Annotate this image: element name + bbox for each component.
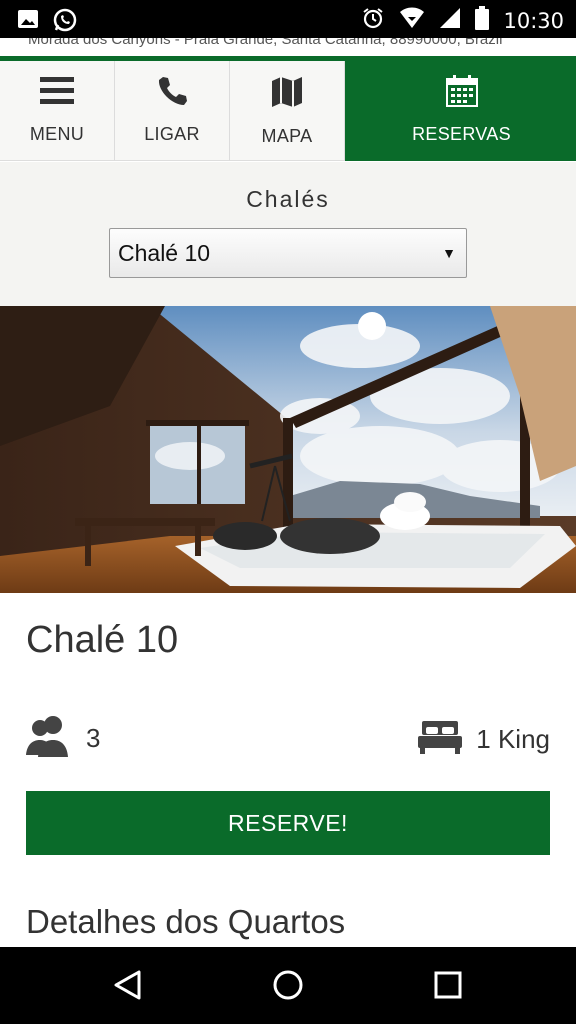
- image-icon: [16, 7, 40, 38]
- room-title: Chalé 10: [26, 619, 179, 661]
- calendar-icon: [445, 75, 478, 112]
- chale-select-value: Chalé 10: [118, 240, 211, 266]
- dropdown-arrow-icon: ▼: [442, 245, 456, 261]
- map-icon: [270, 75, 304, 114]
- nav-mapa-label: MAPA: [261, 126, 313, 146]
- clock: 10:30: [503, 8, 564, 33]
- room-photo: [0, 306, 576, 593]
- address-text: Morada dos Canyons - Praia Grande, Santa…: [28, 38, 503, 48]
- nav-ligar-label: LIGAR: [144, 124, 200, 144]
- nav-menu-label: MENU: [29, 124, 85, 144]
- bed-info: 1 King: [418, 719, 550, 760]
- alarm-icon: [361, 6, 385, 35]
- hamburger-icon: [39, 75, 75, 112]
- whatsapp-icon: [52, 7, 78, 38]
- battery-icon: [475, 6, 490, 35]
- signal-icon: [439, 7, 461, 34]
- nav-reservas-label: RESERVAS: [412, 124, 511, 144]
- bed-type: 1 King: [476, 724, 550, 754]
- status-bar: 10:30: [0, 0, 576, 38]
- chale-selector-section: Chalés Chalé 10 ▼: [0, 162, 576, 306]
- system-nav-bar: [0, 947, 576, 1024]
- nav-ligar[interactable]: LIGAR: [115, 61, 230, 161]
- home-circle-icon: [272, 969, 304, 1006]
- back-triangle-icon: [113, 969, 143, 1006]
- guests-icon: [26, 715, 72, 762]
- top-nav: MENU LIGAR MAPA RESERVAS: [0, 61, 576, 161]
- chale-select[interactable]: Chalé 10 ▼: [109, 228, 467, 278]
- room-info: Chalé 10 3 1 King RESERVE! Detalhes dos …: [0, 593, 576, 947]
- nav-menu[interactable]: MENU: [0, 61, 115, 161]
- reserve-button[interactable]: RESERVE!: [26, 791, 550, 855]
- nav-reservas[interactable]: RESERVAS: [345, 61, 576, 161]
- guest-count: 3: [86, 723, 101, 753]
- bed-icon: [418, 719, 463, 760]
- selector-title: Chalés: [246, 186, 330, 212]
- nav-mapa[interactable]: MAPA: [230, 61, 345, 161]
- home-button[interactable]: [268, 967, 308, 1007]
- recents-square-icon: [434, 971, 462, 1004]
- wifi-icon: [399, 7, 425, 34]
- address-bar: Morada dos Canyons - Praia Grande, Santa…: [0, 38, 576, 56]
- back-button[interactable]: [108, 967, 148, 1007]
- room-details-heading: Detalhes dos Quartos: [26, 903, 346, 940]
- phone-icon: [156, 75, 188, 112]
- guest-capacity: 3: [26, 715, 100, 762]
- recents-button[interactable]: [428, 967, 468, 1007]
